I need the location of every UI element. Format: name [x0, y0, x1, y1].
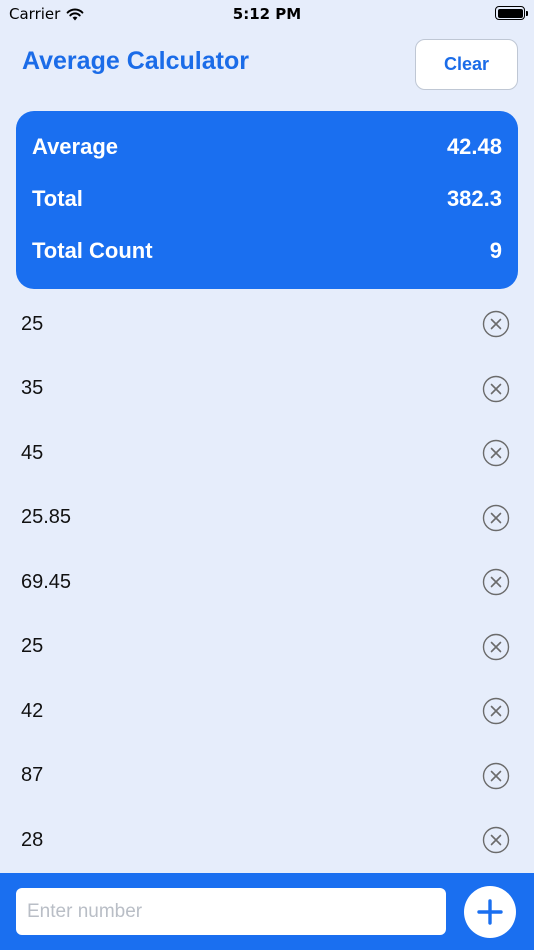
add-button[interactable] — [464, 886, 516, 938]
list-item: 87 — [0, 744, 534, 809]
x-circle-icon[interactable] — [482, 697, 510, 725]
list-item: 45 — [0, 421, 534, 486]
number-value: 35 — [21, 377, 44, 400]
list-item: 25 — [0, 292, 534, 357]
plus-icon — [477, 899, 503, 925]
page-title: Average Calculator — [22, 47, 249, 75]
number-value: 28 — [21, 828, 44, 851]
status-bar: Carrier 5:12 PM — [0, 0, 534, 28]
list-item: 42 — [0, 679, 534, 744]
summary-card: Average 42.48 Total 382.3 Total Count 9 — [16, 111, 518, 289]
number-value: 25 — [21, 312, 44, 335]
x-circle-icon[interactable] — [482, 633, 510, 661]
number-input[interactable] — [16, 888, 446, 935]
battery-level — [497, 8, 523, 18]
summary-row-count: Total Count 9 — [32, 225, 502, 277]
list-item: 69.45 — [0, 550, 534, 615]
number-value: 45 — [21, 441, 44, 464]
x-circle-icon[interactable] — [482, 439, 510, 467]
average-label: Average — [32, 134, 119, 159]
list-item: 25 — [0, 615, 534, 680]
input-bar — [0, 873, 534, 950]
average-value: 42.48 — [446, 134, 502, 159]
summary-row-average: Average 42.48 — [32, 121, 502, 173]
x-circle-icon[interactable] — [482, 826, 510, 854]
number-value: 87 — [21, 764, 44, 787]
total-label: Total — [32, 186, 83, 211]
total-value: 382.3 — [446, 186, 502, 211]
number-value: 69.45 — [21, 570, 72, 593]
x-circle-icon[interactable] — [482, 504, 510, 532]
number-value: 25 — [21, 635, 44, 658]
status-time: 5:12 PM — [232, 5, 302, 23]
number-list: 25 35 45 25.85 69.45 25 42 87 28 — [0, 292, 534, 873]
number-value: 25.85 — [21, 506, 72, 529]
total-count-label: Total Count — [32, 238, 153, 263]
battery-icon — [495, 6, 528, 20]
x-circle-icon[interactable] — [482, 762, 510, 790]
number-value: 42 — [21, 699, 44, 722]
summary-row-total: Total 382.3 — [32, 173, 502, 225]
x-circle-icon[interactable] — [482, 568, 510, 596]
list-item: 25.85 — [0, 486, 534, 551]
clear-button[interactable]: Clear — [415, 39, 518, 90]
list-item: 28 — [0, 808, 534, 873]
x-circle-icon[interactable] — [482, 375, 510, 403]
x-circle-icon[interactable] — [482, 310, 510, 338]
total-count-value: 9 — [489, 238, 502, 263]
list-item: 35 — [0, 357, 534, 422]
status-right — [495, 6, 528, 20]
